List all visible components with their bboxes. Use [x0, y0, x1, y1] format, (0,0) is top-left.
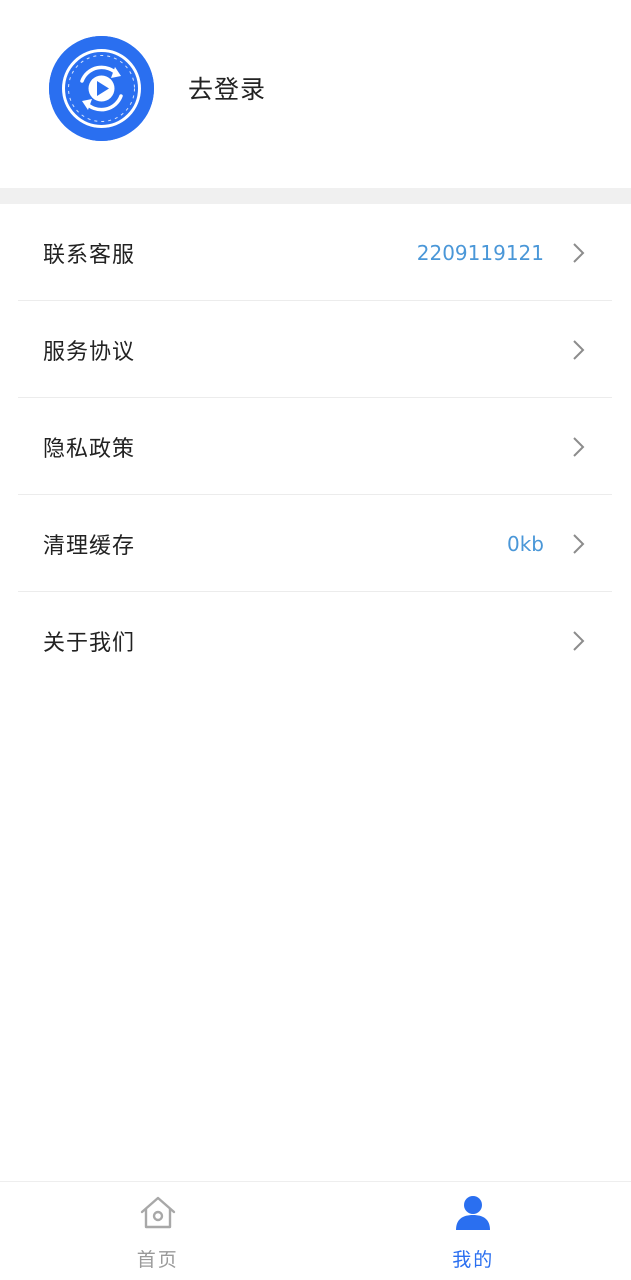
- menu-item-about-us[interactable]: 关于我们: [0, 592, 631, 689]
- bottom-tab-bar: 首页 我的: [0, 1181, 631, 1280]
- chevron-right-icon: [569, 532, 589, 556]
- login-link[interactable]: 去登录: [188, 70, 266, 110]
- avatar[interactable]: [49, 36, 154, 141]
- profile-page: 去登录 联系客服 2209119121 服务协议 隐私政策 清理缓存 0kb 关…: [0, 0, 631, 1280]
- cache-size: 0kb: [506, 531, 544, 556]
- home-icon: [140, 1196, 175, 1229]
- person-icon: [456, 1196, 491, 1230]
- settings-menu: 联系客服 2209119121 服务协议 隐私政策 清理缓存 0kb 关于我们: [0, 204, 631, 689]
- customer-service-number: 2209119121: [416, 240, 544, 265]
- menu-item-label: 联系客服: [43, 242, 136, 268]
- app-logo-icon: [49, 36, 154, 141]
- menu-item-clear-cache[interactable]: 清理缓存 0kb: [0, 495, 631, 592]
- menu-item-service-agreement[interactable]: 服务协议: [0, 301, 631, 398]
- chevron-right-icon: [569, 241, 589, 265]
- tab-label: 首页: [136, 1249, 179, 1271]
- section-divider: [0, 188, 631, 204]
- menu-item-label: 隐私政策: [43, 436, 136, 462]
- tab-mine[interactable]: 我的: [316, 1182, 631, 1280]
- chevron-right-icon: [569, 338, 589, 362]
- tab-home[interactable]: 首页: [0, 1182, 316, 1280]
- tab-label: 我的: [452, 1249, 495, 1271]
- chevron-right-icon: [569, 629, 589, 653]
- menu-item-customer-service[interactable]: 联系客服 2209119121: [0, 204, 631, 301]
- menu-item-privacy-policy[interactable]: 隐私政策: [0, 398, 631, 495]
- menu-item-label: 关于我们: [43, 630, 136, 656]
- menu-item-label: 服务协议: [43, 339, 136, 365]
- menu-item-label: 清理缓存: [43, 533, 136, 559]
- chevron-right-icon: [569, 435, 589, 459]
- profile-header[interactable]: 去登录: [0, 0, 631, 188]
